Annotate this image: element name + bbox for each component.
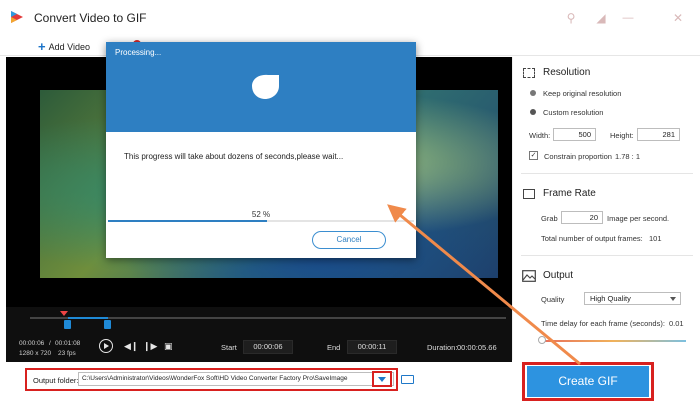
- timeline-track[interactable]: [30, 311, 506, 329]
- keep-original-radio[interactable]: [530, 90, 536, 96]
- end-time-input[interactable]: 00:00:11: [347, 340, 397, 354]
- quality-select-value: High Quality: [590, 294, 631, 303]
- section-divider: [521, 255, 693, 256]
- cancel-button[interactable]: Cancel: [312, 231, 386, 249]
- time-current: 00:00:06: [19, 340, 45, 347]
- progress-percent: 52 %: [251, 210, 271, 219]
- snapshot-icon[interactable]: ▣: [164, 341, 173, 352]
- start-time-input[interactable]: 00:00:06: [243, 340, 293, 354]
- frame-rate-title: Frame Rate: [543, 188, 596, 199]
- video-fps: 23 fps: [58, 350, 76, 357]
- add-video-label: Add Video: [48, 42, 90, 52]
- minimize-icon[interactable]: —: [620, 10, 636, 26]
- dialog-header: Processing...: [106, 42, 416, 132]
- resolution-icon: [523, 68, 535, 78]
- timeline-selection: [68, 317, 108, 319]
- constrain-label: Constrain proportion: [544, 152, 612, 161]
- output-path-field[interactable]: C:\Users\Administrator\Videos\WonderFox …: [78, 372, 394, 386]
- progress-bar-fill: [108, 220, 268, 222]
- window-title: Convert Video to GIF: [34, 11, 147, 25]
- total-frames-label: Total number of output frames:: [541, 234, 643, 243]
- frame-rate-icon: [523, 189, 535, 199]
- app-window: Convert Video to GIF ⚲ ◢ — ✕ + Add Video …: [0, 0, 700, 403]
- height-label: Height:: [610, 131, 634, 140]
- delay-value: 0.01: [669, 319, 684, 328]
- playhead-marker[interactable]: [60, 311, 68, 316]
- play-button[interactable]: [99, 339, 113, 353]
- settings-panel: Resolution Keep original resolution Cust…: [512, 57, 700, 360]
- delay-slider-track[interactable]: [541, 340, 686, 342]
- grab-input[interactable]: 20: [561, 211, 603, 224]
- app-logo-icon: [11, 11, 23, 23]
- plus-icon: +: [38, 39, 46, 54]
- key-icon[interactable]: ⚲: [563, 10, 579, 26]
- previous-frame-icon[interactable]: ◀❙: [124, 341, 138, 352]
- close-icon[interactable]: ✕: [670, 10, 686, 26]
- processing-icon: [252, 74, 279, 99]
- delay-label: Time delay for each frame (seconds):: [541, 319, 665, 328]
- time-separator: /: [49, 340, 51, 347]
- start-handle[interactable]: [64, 320, 71, 329]
- grab-label: Grab: [541, 214, 558, 223]
- quality-label: Quality: [541, 295, 565, 304]
- end-handle[interactable]: [104, 320, 111, 329]
- chevron-down-icon: [670, 297, 676, 301]
- custom-resolution-radio[interactable]: [530, 109, 536, 115]
- player-controls: 00:00:06 / 00:01:08 1280 x 720 23 fps ◀❙…: [6, 307, 512, 362]
- total-frames-value: 101: [649, 234, 662, 243]
- end-label: End: [327, 343, 341, 352]
- per-second-label: Image per second.: [607, 214, 670, 223]
- duration-label: Duration:: [427, 343, 458, 352]
- quality-select[interactable]: High Quality: [584, 292, 681, 305]
- processing-dialog: Processing... This progress will take ab…: [106, 42, 416, 258]
- width-input[interactable]: 500: [553, 128, 596, 141]
- cart-icon[interactable]: ◢: [593, 10, 609, 26]
- folder-icon[interactable]: [401, 375, 414, 384]
- resolution-title: Resolution: [543, 67, 591, 78]
- output-icon: [522, 270, 536, 282]
- progress-bar: [108, 220, 414, 222]
- time-total: 00:01:08: [55, 340, 81, 347]
- keep-original-label: Keep original resolution: [543, 89, 622, 98]
- proportion-value: 1.78 : 1: [615, 152, 641, 161]
- height-input[interactable]: 281: [637, 128, 680, 141]
- duration-value: 00:00:05.66: [457, 343, 497, 352]
- output-path-dropdown[interactable]: [372, 371, 392, 387]
- add-video-button[interactable]: + Add Video: [38, 39, 90, 54]
- custom-resolution-label: Custom resolution: [543, 108, 604, 117]
- section-divider: [521, 173, 693, 174]
- output-title: Output: [543, 270, 574, 281]
- width-label: Width:: [529, 131, 551, 140]
- dialog-message: This progress will take about dozens of …: [124, 152, 344, 161]
- delay-slider-handle[interactable]: [538, 336, 546, 344]
- start-label: Start: [221, 343, 237, 352]
- create-gif-button[interactable]: Create GIF: [527, 366, 649, 397]
- title-bar: Convert Video to GIF ⚲ ◢ — ✕: [0, 0, 700, 36]
- dialog-title: Processing...: [115, 48, 162, 57]
- output-folder-label: Output folder:: [33, 376, 79, 385]
- next-frame-icon[interactable]: ❙▶: [143, 341, 157, 352]
- constrain-checkbox[interactable]: ✓: [529, 151, 538, 160]
- video-resolution: 1280 x 720: [19, 350, 52, 357]
